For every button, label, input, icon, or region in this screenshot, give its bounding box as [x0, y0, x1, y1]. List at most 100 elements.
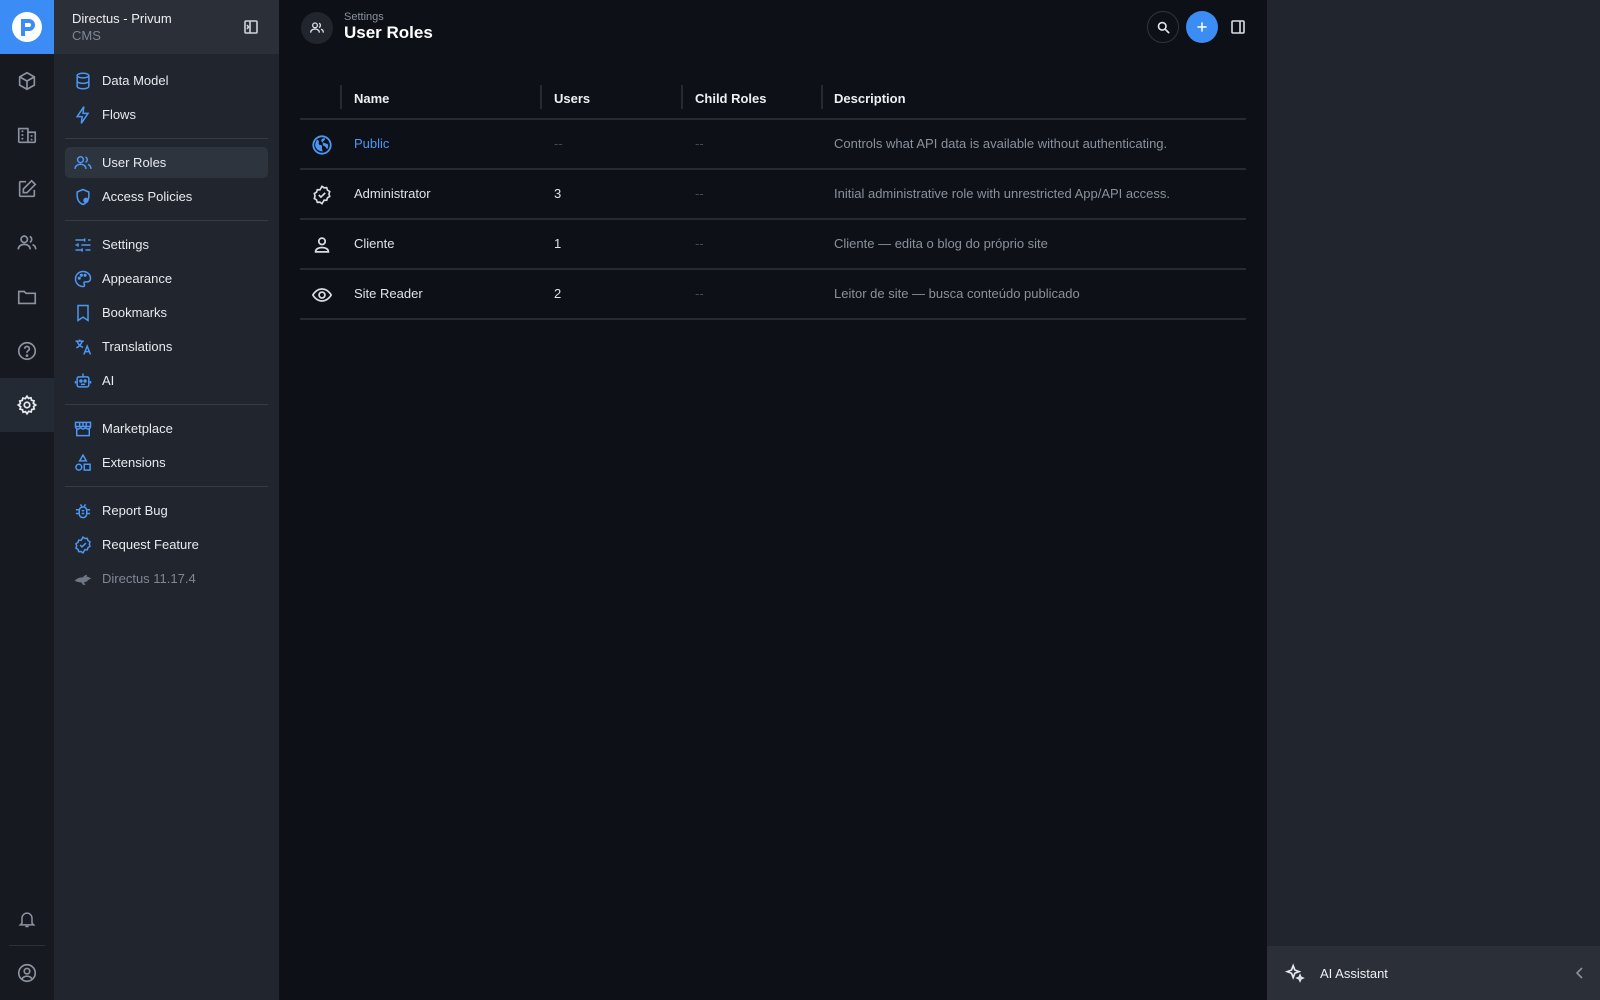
- tune-icon: [75, 237, 91, 252]
- project-logo[interactable]: [0, 0, 54, 54]
- role-users: 1: [554, 236, 562, 251]
- column-header-child-roles[interactable]: Child Roles: [695, 91, 767, 106]
- module-notifications[interactable]: [0, 892, 54, 946]
- sidebar-collapse-icon: [244, 20, 258, 34]
- shield-icon: [76, 188, 90, 205]
- chevron-left-icon: [1575, 967, 1583, 979]
- ai-assistant-label: AI Assistant: [1320, 965, 1388, 981]
- nav-item-extensions[interactable]: Extensions: [65, 447, 268, 478]
- cube-icon: [18, 71, 36, 91]
- nav-item-bookmarks[interactable]: Bookmarks: [65, 297, 268, 328]
- storefront-icon: [74, 421, 92, 436]
- role-description: Leitor de site — busca conteúdo publicad…: [834, 286, 1080, 301]
- module-help[interactable]: [0, 324, 54, 378]
- role-child-roles: --: [695, 286, 704, 301]
- nav-item-label: Access Policies: [102, 189, 193, 204]
- module-settings[interactable]: [0, 378, 54, 432]
- sidebar-toggle-icon: [1231, 20, 1245, 34]
- search-icon: [1157, 21, 1170, 34]
- role-name: Public: [354, 136, 390, 151]
- column-header-users[interactable]: Users: [554, 91, 590, 106]
- database-icon: [76, 72, 90, 90]
- module-edit[interactable]: [0, 162, 54, 216]
- group-icon: [310, 22, 324, 33]
- edit-icon: [18, 179, 37, 198]
- collapse-sidebar-button[interactable]: [243, 19, 259, 35]
- project-header: Directus - Privum CMS: [54, 0, 279, 54]
- nav-item-version[interactable]: Directus 11.17.4: [65, 563, 268, 594]
- account-icon: [17, 963, 37, 983]
- eye-icon: [311, 288, 333, 302]
- nav-item-label: Directus 11.17.4: [102, 571, 196, 586]
- page-header: Settings User Roles: [279, 0, 1267, 64]
- nav-item-flows[interactable]: Flows: [65, 99, 268, 130]
- module-account[interactable]: [0, 946, 54, 1000]
- table-row[interactable]: Administrator 3 -- Initial administrativ…: [300, 170, 1246, 220]
- folder-icon: [17, 290, 37, 305]
- public-globe-icon: [312, 135, 332, 155]
- translate-icon: [75, 339, 92, 355]
- bookmark-icon: [77, 304, 89, 322]
- column-resize-handle[interactable]: [340, 85, 342, 109]
- nav-item-access-policies[interactable]: Access Policies: [65, 181, 268, 212]
- palette-icon: [74, 270, 92, 287]
- nav-item-label: Flows: [102, 107, 136, 122]
- role-name: Cliente: [354, 236, 395, 251]
- nav-item-data-model[interactable]: Data Model: [65, 65, 268, 96]
- role-child-roles: --: [695, 136, 704, 151]
- module-files[interactable]: [0, 270, 54, 324]
- nav-item-label: Data Model: [102, 73, 169, 88]
- nav-item-label: Extensions: [102, 455, 166, 470]
- role-child-roles: --: [695, 186, 704, 201]
- nav-item-settings[interactable]: Settings: [65, 229, 268, 260]
- users-icon: [17, 235, 37, 250]
- directus-rabbit-icon: [74, 574, 92, 585]
- nav-item-ai[interactable]: AI: [65, 365, 268, 396]
- role-description: Initial administrative role with unrestr…: [834, 186, 1170, 201]
- settings-navigation: Directus - Privum CMS Data Model Flows U…: [54, 0, 279, 1000]
- role-description: Cliente — edita o blog do próprio site: [834, 236, 1048, 251]
- module-pages[interactable]: [0, 108, 54, 162]
- search-button[interactable]: [1147, 11, 1179, 43]
- create-role-button[interactable]: [1186, 11, 1218, 43]
- building-icon: [17, 127, 37, 144]
- nav-item-appearance[interactable]: Appearance: [65, 263, 268, 294]
- column-resize-handle[interactable]: [540, 85, 542, 109]
- table-row[interactable]: Cliente 1 -- Cliente — edita o blog do p…: [300, 220, 1246, 270]
- title-icon-button[interactable]: [301, 12, 333, 44]
- table-row[interactable]: Public -- -- Controls what API data is a…: [300, 120, 1246, 170]
- nav-item-label: Request Feature: [102, 537, 199, 552]
- breadcrumb[interactable]: Settings: [344, 11, 384, 23]
- column-header-name[interactable]: Name: [354, 91, 389, 106]
- column-resize-handle[interactable]: [681, 85, 683, 109]
- nav-item-label: Marketplace: [102, 421, 173, 436]
- nav-item-label: User Roles: [102, 155, 167, 170]
- role-users: --: [554, 136, 563, 151]
- role-description: Controls what API data is available with…: [834, 136, 1168, 151]
- nav-item-translations[interactable]: Translations: [65, 331, 268, 362]
- roles-table: Name Users Child Roles Description Publi…: [300, 80, 1246, 320]
- bug-icon: [75, 503, 91, 518]
- table-header: Name Users Child Roles Description: [300, 80, 1246, 120]
- ai-assistant-toggle[interactable]: AI Assistant: [1267, 946, 1600, 1000]
- module-users[interactable]: [0, 216, 54, 270]
- toggle-sidebar-button[interactable]: [1226, 11, 1250, 43]
- nav-item-marketplace[interactable]: Marketplace: [65, 413, 268, 444]
- role-users: 3: [554, 186, 562, 201]
- page-title: User Roles: [344, 23, 433, 42]
- column-header-description[interactable]: Description: [834, 91, 906, 106]
- nav-item-report-bug[interactable]: Report Bug: [65, 495, 268, 526]
- role-users: 2: [554, 286, 562, 301]
- column-resize-handle[interactable]: [821, 85, 823, 109]
- module-content[interactable]: [0, 54, 54, 108]
- nav-item-request-feature[interactable]: Request Feature: [65, 529, 268, 560]
- group-icon: [74, 155, 92, 169]
- nav-item-label: Bookmarks: [102, 305, 168, 320]
- sparkle-icon: [1284, 963, 1305, 983]
- role-name: Administrator: [354, 186, 431, 201]
- nav-item-user-roles[interactable]: User Roles: [65, 147, 268, 178]
- bolt-icon: [75, 105, 90, 124]
- robot-icon: [74, 373, 92, 388]
- help-icon: [17, 341, 37, 361]
- table-row[interactable]: Site Reader 2 -- Leitor de site — busca …: [300, 270, 1246, 320]
